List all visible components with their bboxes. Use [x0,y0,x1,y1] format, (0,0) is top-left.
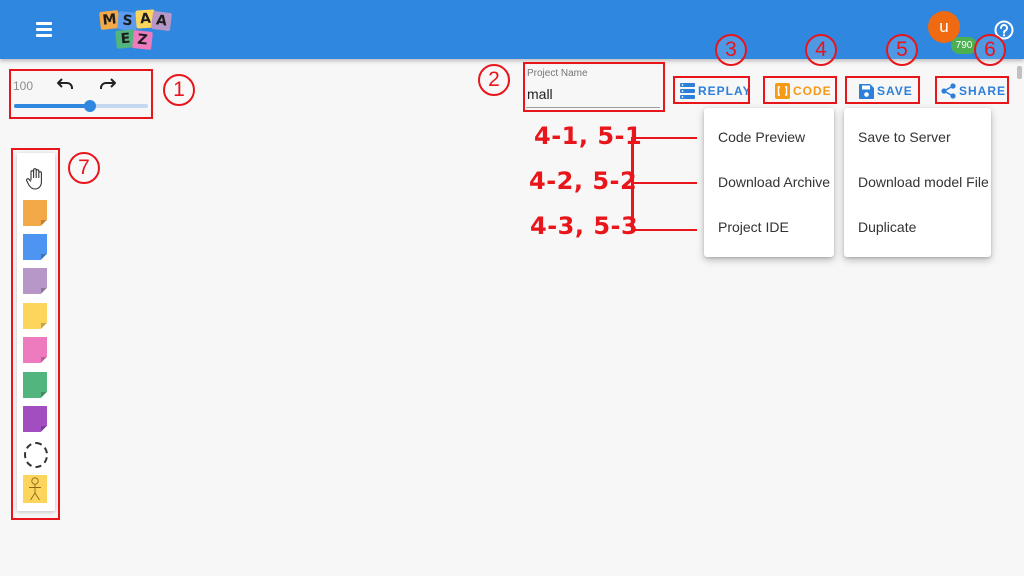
annotation-box-6 [935,76,1009,104]
annotation-box-5 [845,76,920,104]
annotation-line [631,137,697,139]
annotation-number-4: 4 [805,34,837,66]
annotation-line [631,229,697,231]
annotation-number-2: 2 [478,64,510,96]
annotation-box-3 [673,76,750,104]
scrollbar[interactable] [1017,66,1022,79]
menu-item-download-archive[interactable]: Download Archive [704,160,834,205]
menu-item-code-preview[interactable]: Code Preview [704,115,834,160]
annotation-box-2 [523,62,665,112]
annotation-number-7: 7 [68,152,100,184]
menu-item-duplicate[interactable]: Duplicate [844,205,991,250]
menu-item-download-model-file[interactable]: Download model File [844,160,991,205]
annotation-box-7 [11,148,60,520]
top-app-bar: M S A A E Z u 790 [0,0,1024,59]
menu-item-project-ide[interactable]: Project IDE [704,205,834,250]
annotation-row-1: 4-1, 5-1 [534,122,643,150]
annotation-bracket [631,137,634,231]
annotation-box-1 [9,69,153,119]
annotation-number-1: 1 [163,74,195,106]
annotation-line [631,182,697,184]
code-dropdown-menu: Code Preview Download Archive Project ID… [704,108,834,257]
annotation-box-4 [763,76,837,104]
menu-item-save-to-server[interactable]: Save to Server [844,115,991,160]
menu-icon[interactable] [30,17,58,41]
annotation-number-6: 6 [974,34,1006,66]
annotation-number-5: 5 [886,34,918,66]
annotation-row-2: 4-2, 5-2 [529,167,638,195]
annotation-number-3: 3 [715,34,747,66]
save-dropdown-menu: Save to Server Download model File Dupli… [844,108,991,257]
annotation-row-3: 4-3, 5-3 [530,212,639,240]
logo-tile: Z [132,30,153,50]
logo-tile: A [150,10,173,32]
msaez-logo[interactable]: M S A A E Z [96,8,174,52]
